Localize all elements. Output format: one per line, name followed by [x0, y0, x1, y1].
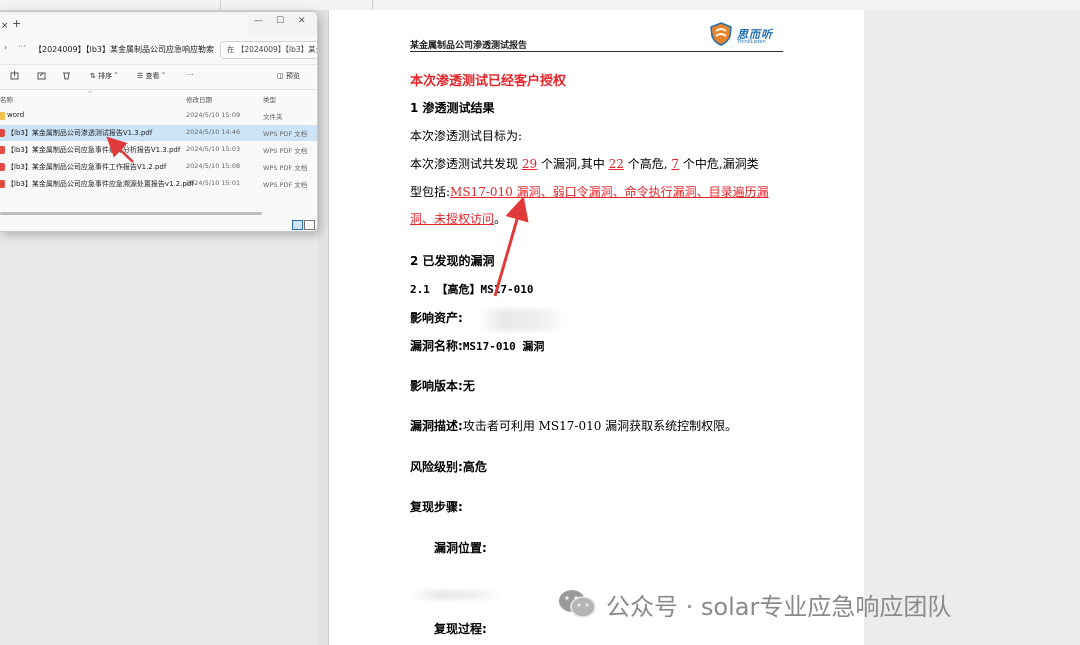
annotation-arrow-vulns — [493, 196, 529, 297]
annotation-overlay — [106, 136, 529, 297]
annotation-arrow-file — [106, 136, 134, 163]
